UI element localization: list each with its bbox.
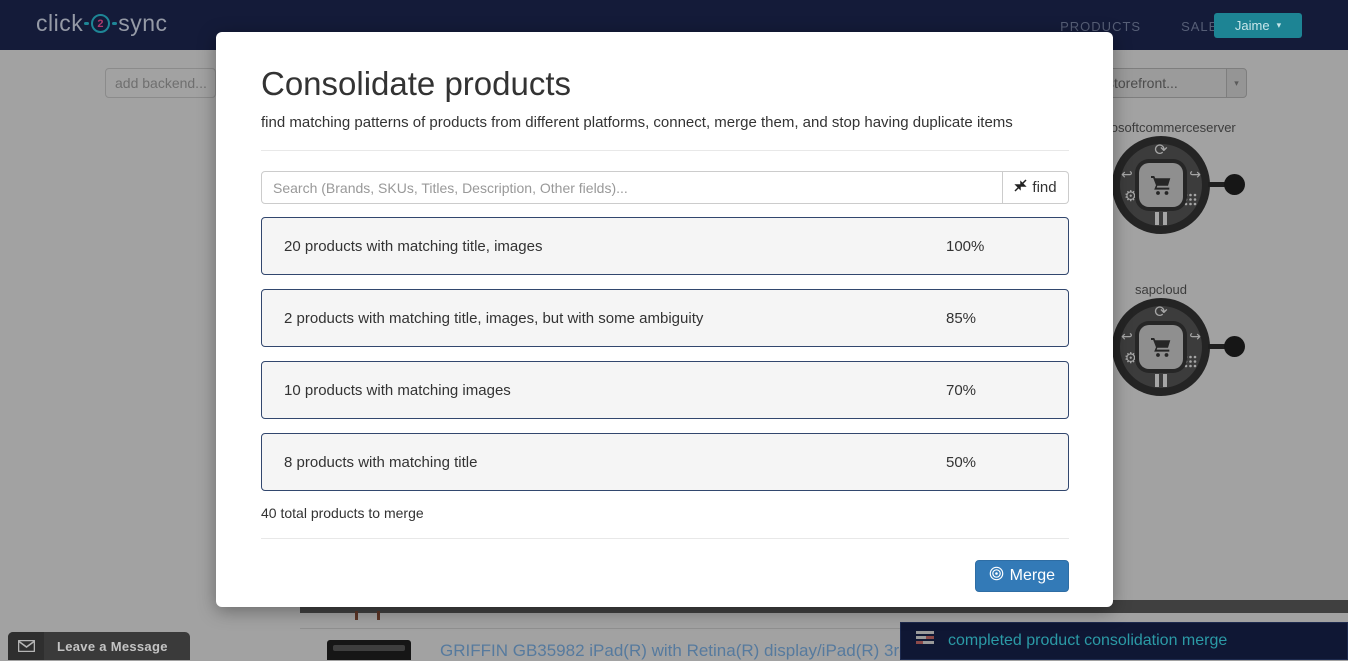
chat-widget[interactable]: Leave a Message	[8, 632, 190, 660]
modal-subtitle: find matching patterns of products from …	[261, 114, 1069, 131]
match-groups-list: 20 products with matching title, images …	[261, 217, 1069, 491]
compress-arrows-icon	[1014, 179, 1027, 196]
gear-icon[interactable]: ⚙	[1124, 189, 1137, 204]
match-confidence: 70%	[946, 382, 976, 399]
search-bar: find	[261, 171, 1069, 204]
merge-button-label: Merge	[1010, 567, 1055, 585]
logo-connector-dot	[112, 22, 117, 25]
cart-icon[interactable]	[1139, 325, 1183, 369]
consolidate-products-modal: Consolidate products find matching patte…	[216, 32, 1113, 607]
app-logo: click 2 sync	[36, 10, 168, 37]
merge-button[interactable]: Merge	[975, 560, 1069, 592]
find-button-label: find	[1032, 179, 1056, 196]
match-group-label: 8 products with matching title	[284, 454, 477, 471]
concentric-circles-icon	[989, 566, 1004, 586]
toast-message[interactable]: completed product consolidation merge	[948, 632, 1227, 650]
chat-widget-label: Leave a Message	[44, 639, 168, 654]
node-connector-endpoint[interactable]	[1224, 174, 1245, 195]
product-thumbnail	[327, 640, 411, 660]
node-connector-endpoint[interactable]	[1224, 336, 1245, 357]
sync-in-icon[interactable]: ↪	[1189, 329, 1201, 343]
storefront-select[interactable]: storefront... ▾	[1098, 68, 1247, 98]
pause-icon[interactable]	[1155, 374, 1167, 387]
logo-text-click: click	[36, 10, 83, 37]
total-products-label: 40 total products to merge	[261, 505, 1069, 521]
match-confidence: 85%	[946, 310, 976, 327]
logo-badge-2: 2	[91, 14, 110, 33]
find-button[interactable]: find	[1003, 171, 1069, 204]
tasks-icon	[916, 631, 934, 651]
caret-down-icon[interactable]: ▾	[1226, 68, 1247, 98]
caret-down-icon: ▾	[1277, 20, 1282, 31]
user-menu-button[interactable]: Jaime ▾	[1214, 13, 1302, 38]
search-input[interactable]	[261, 171, 1003, 204]
match-group-label: 2 products with matching title, images, …	[284, 310, 703, 327]
divider	[261, 150, 1069, 151]
sync-in-icon[interactable]: ↪	[1189, 167, 1201, 181]
modal-title: Consolidate products	[261, 65, 1069, 103]
cart-icon[interactable]	[1139, 163, 1183, 207]
backend-node-sapcloud[interactable]: sapcloud ⟳ ↩ ↪ ⚙	[1112, 298, 1210, 396]
decorative-tick	[377, 611, 380, 620]
match-group-label: 10 products with matching images	[284, 382, 511, 399]
match-group-row[interactable]: 2 products with matching title, images, …	[261, 289, 1069, 347]
logo-text-sync: sync	[118, 10, 167, 37]
refresh-icon[interactable]: ⟳	[1154, 143, 1167, 159]
match-group-row[interactable]: 20 products with matching title, images …	[261, 217, 1069, 275]
storefront-selected-value[interactable]: storefront...	[1098, 68, 1226, 98]
backend-node-microsoftcommerceserver[interactable]: microsoftcommerceserver ⟳ ↩ ↪ ⚙	[1112, 136, 1210, 234]
envelope-icon	[8, 632, 44, 660]
logo-connector-dot	[84, 22, 89, 25]
sync-out-icon[interactable]: ↩	[1121, 329, 1133, 343]
user-name: Jaime	[1235, 18, 1270, 33]
sync-out-icon[interactable]: ↩	[1121, 167, 1133, 181]
divider	[261, 538, 1069, 539]
grid-dots-icon[interactable]	[1184, 355, 1197, 372]
match-group-row[interactable]: 10 products with matching images 70%	[261, 361, 1069, 419]
grid-dots-icon[interactable]	[1184, 193, 1197, 210]
gear-icon[interactable]: ⚙	[1124, 351, 1137, 366]
pause-icon[interactable]	[1155, 212, 1167, 225]
match-confidence: 100%	[946, 238, 984, 255]
modal-footer: Merge	[261, 560, 1069, 592]
match-group-row[interactable]: 8 products with matching title 50%	[261, 433, 1069, 491]
refresh-icon[interactable]: ⟳	[1154, 305, 1167, 321]
match-group-label: 20 products with matching title, images	[284, 238, 542, 255]
match-confidence: 50%	[946, 454, 976, 471]
add-backend-input[interactable]: add backend...	[105, 68, 216, 98]
decorative-tick	[355, 611, 358, 620]
notification-toast[interactable]: completed product consolidation merge	[900, 622, 1348, 660]
